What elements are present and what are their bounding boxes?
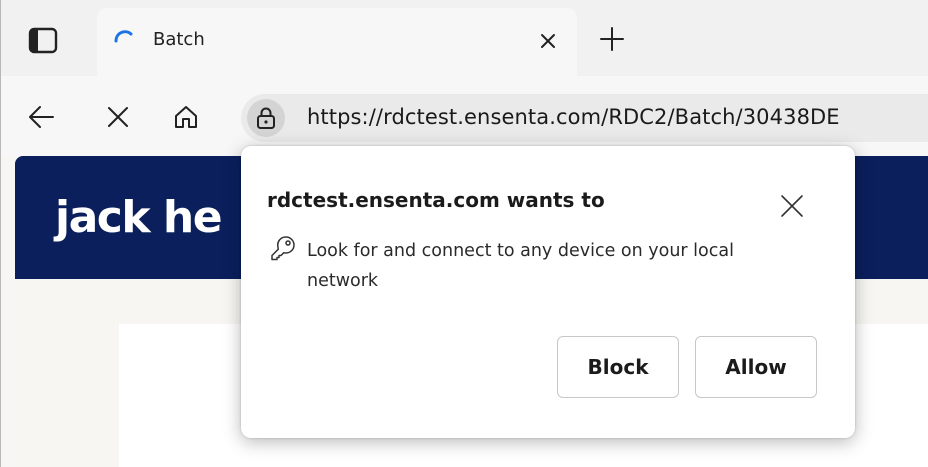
home-button[interactable] [173, 104, 199, 130]
plus-icon [600, 27, 624, 51]
tab-close-button[interactable] [537, 30, 559, 52]
new-tab-button[interactable] [599, 26, 625, 52]
dialog-close-button[interactable] [777, 191, 807, 221]
tab-actions-icon [28, 27, 58, 54]
block-button[interactable]: Block [557, 336, 679, 398]
url-text: https://rdctest.ensenta.com/RDC2/Batch/3… [307, 105, 840, 129]
dialog-message: Look for and connect to any device on yo… [307, 241, 734, 291]
allow-button[interactable]: Allow [695, 336, 817, 398]
home-icon [175, 106, 197, 128]
stop-button[interactable] [105, 104, 131, 130]
browser-window: Batch https://rdctest.ensenta.com/RDC2/B… [0, 0, 928, 467]
key-icon [269, 234, 297, 262]
tab-actions-button[interactable] [27, 26, 61, 56]
back-button[interactable] [27, 104, 54, 130]
loading-spinner-icon [113, 28, 135, 50]
stop-icon [108, 107, 128, 127]
brand-logo: jack he [55, 192, 223, 243]
tab-batch[interactable]: Batch [97, 8, 577, 76]
close-icon [781, 195, 803, 217]
tab-strip: Batch [1, 0, 928, 76]
dialog-title: rdctest.ensenta.com wants to [267, 188, 605, 212]
permission-dialog: rdctest.ensenta.com wants to Look for an… [241, 146, 855, 438]
back-arrow-icon [29, 106, 54, 128]
navigation-toolbar: https://rdctest.ensenta.com/RDC2/Batch/3… [1, 76, 928, 156]
site-info-button[interactable] [247, 99, 285, 137]
tab-title: Batch [153, 29, 205, 50]
address-bar[interactable]: https://rdctest.ensenta.com/RDC2/Batch/3… [241, 94, 928, 142]
close-icon [541, 34, 555, 48]
lock-icon [257, 107, 275, 129]
